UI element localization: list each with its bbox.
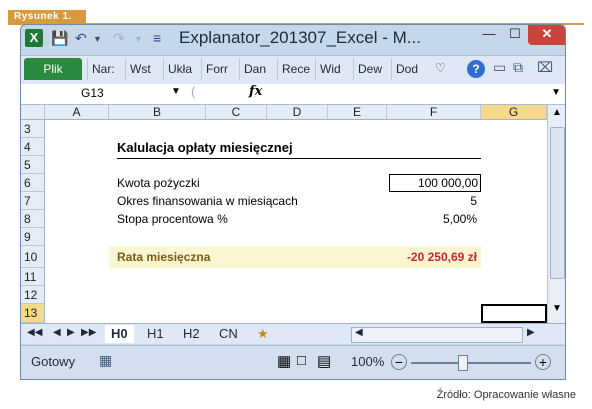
row-header-8[interactable]: 8 — [21, 210, 45, 228]
loan-amount-cell[interactable]: 100 000,00 — [389, 174, 481, 192]
sheet-tab-h2[interactable]: H2 — [183, 325, 200, 343]
active-cell-g13[interactable] — [481, 304, 547, 323]
formula-bar: G13 ▼ ​( fx ▼ — [21, 84, 565, 105]
window-minimize-icon[interactable]: ▭ — [493, 59, 506, 76]
term-label: Okres finansowania w miesiącach — [117, 194, 298, 208]
row-header-12[interactable]: 12 — [21, 286, 45, 304]
figure-source: Źródło: Opracowanie własne — [436, 389, 576, 401]
zoom-out-button[interactable]: − — [391, 354, 407, 370]
row-header-6[interactable]: 6 — [21, 174, 45, 192]
column-header-g[interactable]: G — [481, 105, 547, 120]
spreadsheet-grid[interactable]: A B C D E F G 3 4 5 6 7 8 9 10 11 12 13 … — [21, 105, 547, 323]
select-all-corner[interactable] — [21, 105, 45, 120]
scroll-right-icon[interactable]: ▶ — [527, 327, 535, 338]
save-icon[interactable]: 💾 — [51, 30, 68, 47]
scroll-thumb[interactable] — [550, 127, 565, 279]
row-header-5[interactable]: 5 — [21, 156, 45, 174]
customize-qa-icon[interactable]: ≡ — [153, 30, 161, 46]
name-box[interactable]: G13 — [21, 85, 181, 102]
tab-view[interactable]: Wid — [315, 58, 352, 80]
excel-window: X 💾 ↶ ▼ ↷ ▼ ≡ Explanator_201307_Excel - … — [20, 24, 566, 380]
row-header-10[interactable]: 10 — [21, 246, 45, 268]
tab-data[interactable]: Dan — [239, 58, 276, 80]
tab-developer[interactable]: Dew — [353, 58, 390, 80]
row-header-3[interactable]: 3 — [21, 120, 45, 138]
close-button[interactable]: ✕ — [528, 25, 565, 45]
row-header-9[interactable]: 9 — [21, 228, 45, 246]
figure-header: Rysunek 1. — [0, 0, 592, 25]
calc-title: Kalulacja opłaty miesięcznej — [117, 140, 293, 155]
function-icon[interactable]: fx — [249, 84, 262, 99]
new-sheet-icon[interactable]: ★ — [257, 325, 269, 343]
status-bar: Gotowy ▦ ▦ □ ▤ 100% − + — [21, 345, 565, 379]
column-header-b[interactable]: B — [109, 105, 206, 120]
zoom-in-button[interactable]: + — [535, 354, 551, 370]
help-icon[interactable]: ? — [467, 60, 485, 78]
chevron-down-icon[interactable]: ▼ — [93, 34, 102, 44]
zoom-level[interactable]: 100% — [351, 354, 384, 369]
payment-label: Rata miesięczna — [117, 250, 211, 264]
minimize-button[interactable]: — — [476, 25, 502, 45]
undo-icon[interactable]: ↶ — [75, 30, 87, 47]
column-header-a[interactable]: A — [45, 105, 109, 120]
rate-label: Stopa procentowa % — [117, 212, 228, 226]
tab-formulas[interactable]: Forr — [201, 58, 238, 80]
maximize-button[interactable]: ☐ — [502, 25, 528, 45]
tab-home[interactable]: Nar: — [87, 58, 124, 80]
chevron-down-icon[interactable]: ▼ — [134, 34, 143, 44]
vertical-scrollbar[interactable]: ▲ ▼ — [547, 105, 565, 323]
chevron-down-icon[interactable]: ▼ — [551, 87, 561, 98]
column-header-c[interactable]: C — [206, 105, 267, 120]
loan-label: Kwota pożyczki — [117, 176, 200, 190]
zoom-slider-handle[interactable] — [458, 355, 468, 371]
figure-label: Rysunek 1. — [8, 10, 86, 24]
last-sheet-icon[interactable]: ▶▶ — [81, 327, 96, 338]
row-header-4[interactable]: 4 — [21, 138, 45, 156]
column-header-d[interactable]: D — [267, 105, 328, 120]
excel-app-icon[interactable]: X — [25, 29, 43, 47]
splitter-icon[interactable]: ​( — [191, 84, 195, 99]
tab-insert[interactable]: Wst — [125, 58, 162, 80]
sheet-tab-bar: ◀◀ ◀ ▶ ▶▶ H0 H1 H2 CN ★ ◀ ▶ — [21, 323, 565, 344]
redo-icon[interactable]: ↷ — [113, 30, 125, 47]
rate-value-cell[interactable]: 5,00% — [387, 212, 477, 226]
ribbon-collapse-icon[interactable]: ♡ — [435, 61, 446, 75]
zoom-slider[interactable] — [411, 362, 531, 364]
sheet-tab-h1[interactable]: H1 — [147, 325, 164, 343]
tab-page-layout[interactable]: Ukła — [163, 58, 200, 80]
payment-value-cell[interactable]: -20 250,69 zł — [387, 250, 477, 264]
next-sheet-icon[interactable]: ▶ — [67, 327, 75, 338]
tab-review[interactable]: Rece — [277, 58, 314, 80]
normal-view-icon[interactable]: ▦ — [277, 352, 291, 370]
column-header-e[interactable]: E — [328, 105, 387, 120]
scroll-down-icon[interactable]: ▼ — [552, 303, 562, 314]
page-break-view-icon[interactable]: ▤ — [317, 352, 331, 370]
first-sheet-icon[interactable]: ◀◀ — [27, 327, 42, 338]
title-bar: X 💾 ↶ ▼ ↷ ▼ ≡ Explanator_201307_Excel - … — [21, 25, 565, 53]
row-header-11[interactable]: 11 — [21, 268, 45, 286]
scroll-left-icon[interactable]: ◀ — [355, 327, 363, 338]
row-header-13[interactable]: 13 — [21, 304, 45, 323]
tab-addins[interactable]: Dod — [391, 58, 428, 80]
window-close-icon[interactable]: ⌧ — [537, 59, 553, 76]
sheet-tab-h0[interactable]: H0 — [105, 325, 134, 343]
window-restore-icon[interactable]: ⧉ — [513, 59, 523, 76]
tab-file[interactable]: Plik — [24, 58, 82, 80]
ribbon-tabs: Plik Nar: Wst Ukła Forr Dan Rece Wid Dew… — [21, 55, 565, 85]
status-ready: Gotowy — [31, 354, 76, 369]
horizontal-scrollbar[interactable] — [351, 327, 523, 343]
chevron-down-icon[interactable]: ▼ — [171, 86, 181, 97]
scroll-up-icon[interactable]: ▲ — [552, 107, 562, 118]
term-value-cell[interactable]: 5 — [387, 194, 477, 208]
title-underline — [117, 158, 481, 159]
window-title: Explanator_201307_Excel - M... — [179, 28, 421, 47]
sheet-tab-cn[interactable]: CN — [219, 325, 238, 343]
row-header-7[interactable]: 7 — [21, 192, 45, 210]
macro-record-icon[interactable]: ▦ — [99, 352, 112, 369]
prev-sheet-icon[interactable]: ◀ — [53, 327, 61, 338]
page-layout-view-icon[interactable]: □ — [297, 352, 306, 369]
column-header-f[interactable]: F — [387, 105, 481, 120]
